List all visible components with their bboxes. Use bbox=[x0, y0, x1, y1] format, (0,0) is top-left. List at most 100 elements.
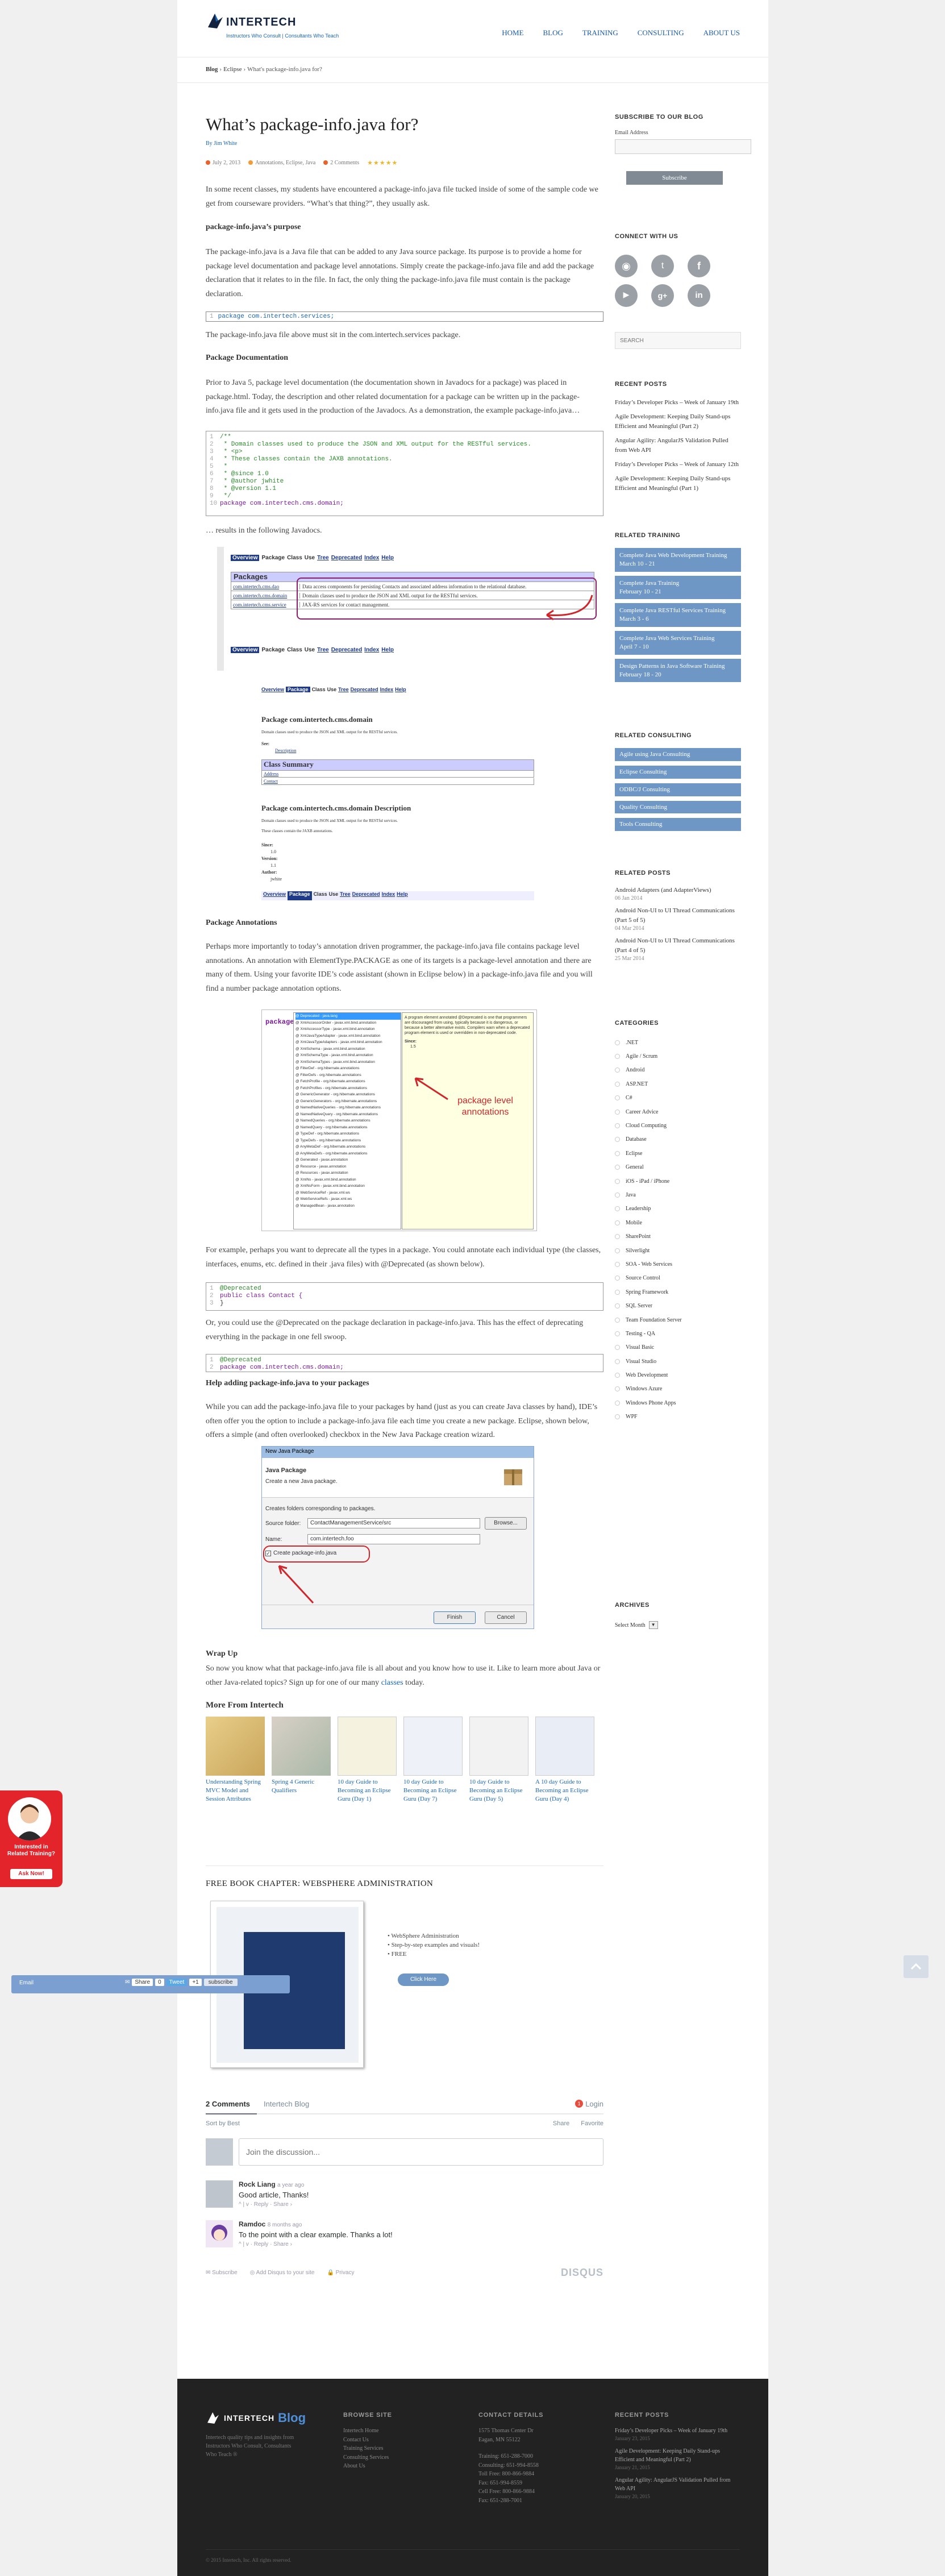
wizard-finish-button[interactable]: Finish bbox=[434, 1611, 476, 1624]
more-item[interactable]: 10 day Guide to Becoming an Eclipse Guru… bbox=[469, 1717, 528, 1804]
recent-post-link[interactable]: Friday’s Developer Picks – Week of Janua… bbox=[615, 398, 740, 408]
tweet-button[interactable]: Tweet bbox=[166, 1979, 188, 1986]
category-link[interactable]: Agile / Scrum bbox=[615, 1049, 740, 1063]
category-link[interactable]: Leadership bbox=[615, 1202, 740, 1216]
category-link[interactable]: Java bbox=[615, 1188, 740, 1202]
content-assist-item[interactable]: @ TypeDef - org.hibernate.annotations bbox=[295, 1131, 401, 1137]
javadoc-nav-item[interactable]: Deprecated bbox=[331, 555, 362, 561]
content-assist-item[interactable]: @ AnyMetaDef - org.hibernate.annotations bbox=[295, 1144, 401, 1150]
subscribe-button[interactable]: Subscribe bbox=[626, 171, 723, 185]
more-link[interactable]: A 10 day Guide to Becoming an Eclipse Gu… bbox=[535, 1778, 594, 1804]
footer-link[interactable]: Training Services bbox=[343, 2444, 389, 2453]
category-link[interactable]: Source Control bbox=[615, 1272, 740, 1285]
subscribe-link[interactable]: Subscribe bbox=[212, 2270, 237, 2276]
training-button[interactable]: Design Patterns in Java Software Trainin… bbox=[615, 658, 741, 683]
javadoc-nav-item[interactable]: Index bbox=[364, 555, 379, 561]
content-assist-item[interactable]: @ FilterDef - org.hibernate.annotations bbox=[295, 1065, 401, 1072]
category-link[interactable]: General bbox=[615, 1161, 740, 1174]
footer-logo[interactable]: INTERTECH Blog bbox=[206, 2411, 306, 2425]
comment-author[interactable]: Ramdoc bbox=[239, 2220, 265, 2228]
content-assist-item[interactable]: @ WebServiceRef - javax.xml.ws bbox=[295, 1190, 401, 1196]
book-click-here-button[interactable]: Click Here bbox=[398, 1973, 449, 1986]
more-thumb[interactable] bbox=[338, 1717, 397, 1776]
recent-post-link[interactable]: Friday’s Developer Picks – Week of Janua… bbox=[615, 460, 740, 470]
wizard-browse-button[interactable]: Browse... bbox=[485, 1517, 527, 1530]
favorite-button[interactable]: Favorite bbox=[581, 2120, 603, 2127]
footer-recent-link[interactable]: Friday’s Developer Picks – Week of Janua… bbox=[615, 2427, 740, 2436]
category-link[interactable]: .NET bbox=[615, 1036, 740, 1049]
footer-link[interactable]: Consulting Services bbox=[343, 2453, 389, 2462]
footer-recent-link[interactable]: Angular Agility: AngularJS Validation Pu… bbox=[615, 2476, 740, 2494]
nav-consulting[interactable]: CONSULTING bbox=[638, 28, 684, 38]
javadoc-nav-item[interactable]: Overview bbox=[261, 687, 284, 692]
footer-link[interactable]: About Us bbox=[343, 2462, 389, 2471]
category-link[interactable]: Testing - QA bbox=[615, 1327, 740, 1340]
ask-now-button[interactable]: Ask Now! bbox=[10, 1869, 52, 1879]
more-link[interactable]: Understanding Spring MVC Model and Sessi… bbox=[206, 1778, 265, 1804]
blog-tab[interactable]: Intertech Blog bbox=[264, 2100, 309, 2108]
post-byline[interactable]: By Jim White bbox=[206, 140, 603, 147]
login-link[interactable]: Login bbox=[585, 2100, 603, 2108]
category-link[interactable]: iOS - iPad / iPhone bbox=[615, 1174, 740, 1188]
category-link[interactable]: Windows Phone Apps bbox=[615, 1396, 740, 1410]
comment-actions[interactable]: ^ | v · Reply · Share › bbox=[239, 2241, 393, 2247]
category-link[interactable]: Team Foundation Server bbox=[615, 1313, 740, 1327]
archives-select-value[interactable]: Select Month bbox=[615, 1622, 646, 1628]
more-item[interactable]: 10 day Guide to Becoming an Eclipse Guru… bbox=[338, 1717, 397, 1804]
more-link[interactable]: Spring 4 Generic Qualifiers bbox=[272, 1778, 331, 1795]
content-assist-item[interactable]: @ NamedQueries - org.hibernate.annotatio… bbox=[295, 1117, 401, 1124]
avatar[interactable] bbox=[206, 2180, 233, 2208]
consulting-button[interactable]: Quality Consulting bbox=[615, 800, 741, 814]
content-assist-item[interactable]: @ XmlSchemaTypes - javax.xml.bind.annota… bbox=[295, 1059, 401, 1066]
privacy-wrap[interactable]: 🔒 Privacy bbox=[327, 2270, 354, 2276]
content-assist-item[interactable]: @ NamedNativeQuery - org.hibernate.annot… bbox=[295, 1111, 401, 1118]
category-link[interactable]: Spring Framework bbox=[615, 1285, 740, 1299]
notification-icon[interactable]: 1 bbox=[575, 2100, 584, 2108]
javadoc-nav-item[interactable]: Index bbox=[382, 891, 396, 900]
avatar[interactable] bbox=[206, 2220, 233, 2247]
training-button[interactable]: Complete Java RESTful Services Training M… bbox=[615, 603, 741, 628]
add-disqus-link[interactable]: Add Disqus to your site bbox=[256, 2270, 315, 2276]
category-link[interactable]: Silverlight bbox=[615, 1244, 740, 1257]
javadoc-nav-item[interactable]: Help bbox=[381, 647, 394, 653]
category-link[interactable]: WPF bbox=[615, 1410, 740, 1424]
nav-training[interactable]: TRAINING bbox=[582, 28, 618, 38]
content-assist-item[interactable]: @ FilterDefs - org.hibernate.annotations bbox=[295, 1072, 401, 1079]
category-link[interactable]: SQL Server bbox=[615, 1299, 740, 1312]
back-to-top-button[interactable] bbox=[904, 1955, 929, 1978]
category-link[interactable]: Eclipse bbox=[615, 1146, 740, 1160]
content-assist-item[interactable]: @ GenericGenerators - org.hibernate.anno… bbox=[295, 1098, 401, 1105]
comments-count-tab[interactable]: 2 Comments bbox=[206, 2100, 250, 2108]
javadoc2-see-link[interactable]: Description bbox=[275, 748, 296, 753]
consulting-button[interactable]: Eclipse Consulting bbox=[615, 765, 741, 779]
category-link[interactable]: C# bbox=[615, 1091, 740, 1105]
content-assist-item[interactable]: @ Resources - javax.annotation bbox=[295, 1170, 401, 1177]
training-button[interactable]: Complete Java Web Development Training Ma… bbox=[615, 548, 741, 572]
related-training-popup[interactable]: Interested in Related Training? Ask Now! bbox=[0, 1790, 63, 1887]
subscribe-link-wrap[interactable]: ✉ Subscribe bbox=[206, 2270, 238, 2276]
sort-dropdown[interactable]: Sort by Best bbox=[206, 2120, 240, 2127]
comment-author[interactable]: Rock Liang bbox=[239, 2180, 276, 2188]
category-link[interactable]: Visual Studio bbox=[615, 1355, 740, 1368]
content-assist-item[interactable]: @ XmlAccessorType - javax.xml.bind.annot… bbox=[295, 1026, 401, 1033]
content-assist-item[interactable]: @ Deprecated - java.lang bbox=[295, 1013, 401, 1020]
share-link[interactable]: Share bbox=[553, 2120, 569, 2127]
wizard-name-field[interactable]: com.intertech.foo bbox=[307, 1534, 480, 1544]
category-link[interactable]: Android bbox=[615, 1063, 740, 1077]
comment-time[interactable]: a year ago bbox=[277, 2182, 304, 2188]
recent-post-link[interactable]: Agile Development: Keeping Daily Stand-u… bbox=[615, 474, 740, 493]
archives-select[interactable]: Select Month ▼ bbox=[615, 1621, 740, 1629]
category-link[interactable]: Database bbox=[615, 1133, 740, 1146]
breadcrumb-blog[interactable]: Blog bbox=[206, 66, 218, 73]
javadoc-package-link[interactable]: com.intertech.cms.service bbox=[231, 602, 299, 608]
javadoc2-class-link[interactable]: Address bbox=[261, 771, 534, 778]
more-thumb[interactable] bbox=[469, 1717, 528, 1776]
post-categories[interactable]: Annotations, Eclipse, Java bbox=[255, 160, 315, 166]
chevron-down-icon[interactable]: ▼ bbox=[648, 1621, 658, 1629]
related-post-link[interactable]: Android Non-UI to UI Thread Communicatio… bbox=[615, 906, 740, 925]
footer-link[interactable]: Contact Us bbox=[343, 2436, 389, 2445]
linkedin-icon[interactable]: in bbox=[688, 284, 710, 307]
rss-icon[interactable]: ◉ bbox=[615, 255, 638, 277]
category-link[interactable]: Visual Basic bbox=[615, 1341, 740, 1355]
category-link[interactable]: SOA - Web Services bbox=[615, 1257, 740, 1271]
